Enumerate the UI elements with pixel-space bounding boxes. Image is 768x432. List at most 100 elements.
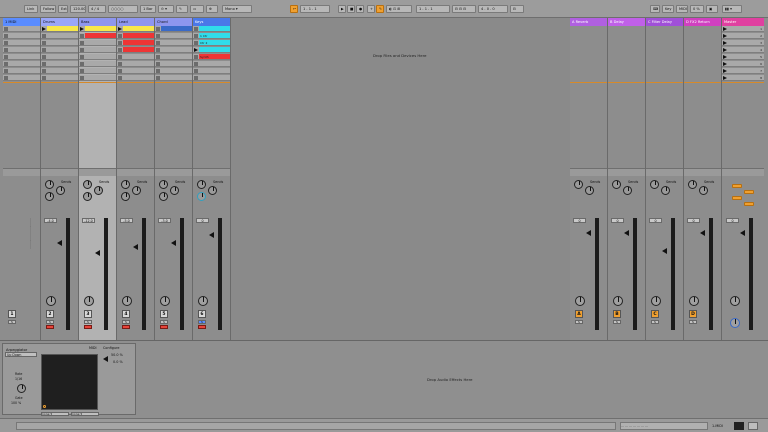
send-a-knob[interactable] <box>688 180 697 189</box>
draw-pencil-icon[interactable]: ✎ <box>376 5 384 13</box>
scene-launch[interactable]: 2 <box>722 33 764 39</box>
stop-icon[interactable]: ■ <box>347 5 355 13</box>
draw-mode-button[interactable]: ✎ <box>176 5 188 13</box>
clip-slot[interactable] <box>3 54 40 60</box>
solo-button[interactable]: S <box>160 320 168 324</box>
arm-button[interactable] <box>198 325 206 329</box>
send-c-knob[interactable] <box>83 192 92 201</box>
solo-button[interactable]: S <box>613 320 621 324</box>
track-activator[interactable]: 5 <box>160 310 168 318</box>
clip-slot[interactable] <box>3 40 40 46</box>
clip-slot[interactable] <box>79 47 116 53</box>
clip-slot[interactable] <box>41 40 78 46</box>
clip[interactable] <box>193 26 230 32</box>
loop-mode-menu[interactable]: Mono ▾ <box>222 5 252 13</box>
arm-button[interactable] <box>122 325 130 329</box>
key-map-button[interactable]: Key <box>662 5 674 13</box>
clip-slot[interactable] <box>41 33 78 39</box>
device-view-toggle[interactable] <box>734 422 744 430</box>
clip-slot[interactable] <box>117 68 154 74</box>
clip-slot[interactable] <box>193 68 230 74</box>
send-c-knob[interactable] <box>159 192 168 201</box>
track-header[interactable]: Keys <box>193 18 230 26</box>
volume-field[interactable]: 0 <box>687 218 700 223</box>
send-a-knob[interactable] <box>650 180 659 189</box>
send-b-knob[interactable] <box>132 186 141 195</box>
clip-slot[interactable] <box>3 68 40 74</box>
solo-button[interactable]: S <box>198 320 206 324</box>
clip-slot[interactable] <box>3 33 40 39</box>
volume-fader[interactable] <box>95 250 100 256</box>
xy-pad[interactable] <box>41 354 98 410</box>
clip-slot[interactable] <box>155 68 192 74</box>
midi-arrangement-overdub[interactable]: ⊕ <box>206 5 218 13</box>
clip-slot[interactable] <box>117 61 154 67</box>
clip-slot[interactable] <box>155 75 192 81</box>
clip-slot[interactable] <box>79 75 116 81</box>
solo-button[interactable]: S <box>8 320 16 324</box>
gate-knob[interactable] <box>17 384 26 393</box>
send-a-knob[interactable] <box>159 180 168 189</box>
track-io-row[interactable] <box>608 168 645 176</box>
clip[interactable] <box>193 47 230 53</box>
scene-launch[interactable]: 7 <box>722 68 764 74</box>
send-c-knob[interactable] <box>45 192 54 201</box>
pan-knob[interactable] <box>575 296 585 306</box>
clip-slot[interactable] <box>79 68 116 74</box>
clip-slot[interactable] <box>41 75 78 81</box>
preset-dropdown[interactable]: none ▾ <box>41 412 69 416</box>
volume-field[interactable]: 0 <box>649 218 662 223</box>
clip-slot[interactable] <box>117 54 154 60</box>
send-c-knob[interactable] <box>121 192 130 201</box>
device-fader[interactable] <box>103 356 108 362</box>
punch-buttons[interactable]: ⊟ ⊟ ⊟ <box>452 5 476 13</box>
clip-slot[interactable] <box>193 61 230 67</box>
send-b-knob[interactable] <box>699 186 708 195</box>
cue-button[interactable] <box>732 196 742 200</box>
volume-fader[interactable] <box>209 232 214 238</box>
track-io-row[interactable] <box>193 168 230 176</box>
send-a-knob[interactable] <box>197 180 206 189</box>
send-a-knob[interactable] <box>574 180 583 189</box>
return-header[interactable]: C Filter Delay <box>646 18 683 26</box>
key-button[interactable]: ⊙ ▾ <box>158 5 174 13</box>
track-activator[interactable]: 2 <box>46 310 54 318</box>
volume-field[interactable]: 0 <box>573 218 586 223</box>
volume-field[interactable]: -4.0 <box>44 218 57 223</box>
follow-button[interactable]: Follow <box>40 5 56 13</box>
send-b-knob[interactable] <box>208 186 217 195</box>
volume-field[interactable]: 0 <box>196 218 209 223</box>
mode-dropdown[interactable]: Up Down <box>5 352 37 357</box>
scene-launch[interactable]: 5 <box>722 54 764 60</box>
master-volume-field[interactable]: 0 <box>726 218 739 223</box>
send-a-knob[interactable] <box>121 180 130 189</box>
clip-slot[interactable] <box>79 61 116 67</box>
record-icon[interactable]: ● <box>356 5 364 13</box>
clip[interactable] <box>117 26 154 32</box>
arm-button[interactable] <box>46 325 54 329</box>
track-io-row[interactable] <box>646 168 683 176</box>
send-b-knob[interactable] <box>170 186 179 195</box>
track-io-row[interactable] <box>570 168 607 176</box>
clip-slot[interactable] <box>79 54 116 60</box>
loop-start[interactable]: 1 . 1 . 1 <box>416 5 450 13</box>
view-switch[interactable]: ▮▮ ▾ <box>722 5 742 13</box>
send-b-knob[interactable] <box>661 186 670 195</box>
volume-fader[interactable] <box>624 230 629 236</box>
volume-field[interactable]: -3.0 <box>158 218 171 223</box>
clip[interactable] <box>155 26 192 32</box>
pan-knob[interactable] <box>651 296 661 306</box>
clip-slot[interactable] <box>3 47 40 53</box>
time-signature[interactable]: 4 / 4 <box>88 5 106 13</box>
track-io-row[interactable] <box>79 168 116 176</box>
clip[interactable] <box>117 33 154 39</box>
clip-slot[interactable] <box>3 61 40 67</box>
clip[interactable]: 1 Ctr <box>193 33 230 39</box>
track-activator[interactable]: 6 <box>198 310 206 318</box>
return-header[interactable]: D FX2 Return <box>684 18 721 26</box>
cue-button[interactable] <box>732 184 742 188</box>
clip[interactable] <box>41 26 78 32</box>
clip-slot[interactable] <box>3 26 40 32</box>
clip-slot[interactable] <box>117 75 154 81</box>
arrangement-position[interactable]: 1 . 1 . 1 <box>300 5 330 13</box>
